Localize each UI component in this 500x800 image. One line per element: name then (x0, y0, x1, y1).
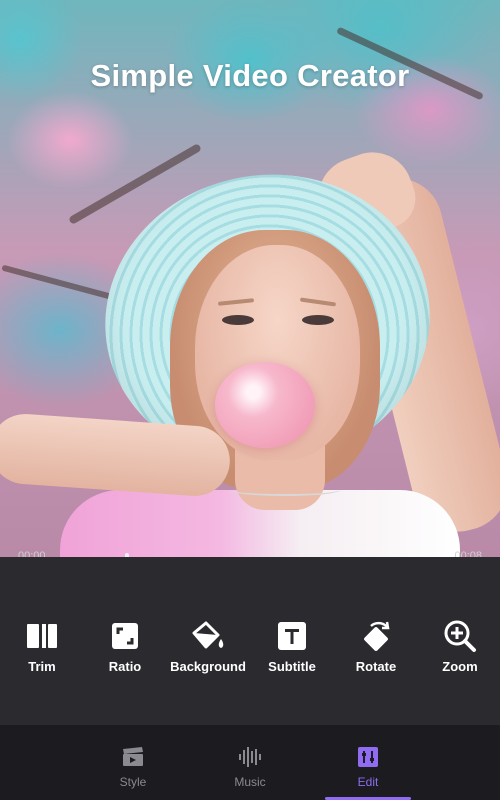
nav-label: Music (234, 775, 266, 789)
paint-bucket-icon (163, 619, 253, 653)
tool-label: Background (170, 659, 246, 674)
rotate-icon (331, 619, 421, 653)
bottom-nav: Style Music Edit (0, 725, 500, 800)
photo-eye (222, 315, 254, 325)
waveform-icon (205, 745, 295, 769)
trim-icon (0, 619, 87, 653)
app-title: Simple Video Creator (90, 58, 410, 93)
background-branch (1, 264, 119, 302)
nav-style[interactable]: Style (88, 745, 178, 789)
tool-label: Subtitle (268, 659, 316, 674)
sliders-icon (323, 745, 413, 769)
video-preview[interactable]: Simple Video Creator (0, 0, 500, 557)
tool-ratio[interactable]: Ratio (80, 619, 170, 674)
tool-subtitle[interactable]: Subtitle (247, 619, 337, 674)
tool-background[interactable]: Background (163, 619, 253, 674)
photo-gum-bubble (215, 362, 315, 448)
ratio-icon (80, 619, 170, 653)
tool-label: Trim (28, 659, 56, 674)
edit-tools-panel: Trim Ratio Background Subtitle Rotate Zo… (0, 557, 500, 725)
text-t-icon (247, 619, 337, 653)
tool-rotate[interactable]: Rotate (331, 619, 421, 674)
photo-necklace (230, 484, 340, 496)
tool-label: Zoom (442, 659, 478, 674)
tool-label: Ratio (108, 659, 142, 674)
zoom-in-icon (415, 619, 500, 653)
nav-label: Edit (357, 775, 379, 789)
photo-eye (302, 315, 334, 325)
nav-music[interactable]: Music (205, 745, 295, 789)
nav-label: Style (119, 775, 147, 789)
tool-trim[interactable]: Trim (0, 619, 87, 674)
clapperboard-icon (88, 745, 178, 769)
tool-zoom[interactable]: Zoom (415, 619, 500, 674)
nav-edit[interactable]: Edit (323, 745, 413, 789)
tool-label: Rotate (355, 659, 397, 674)
